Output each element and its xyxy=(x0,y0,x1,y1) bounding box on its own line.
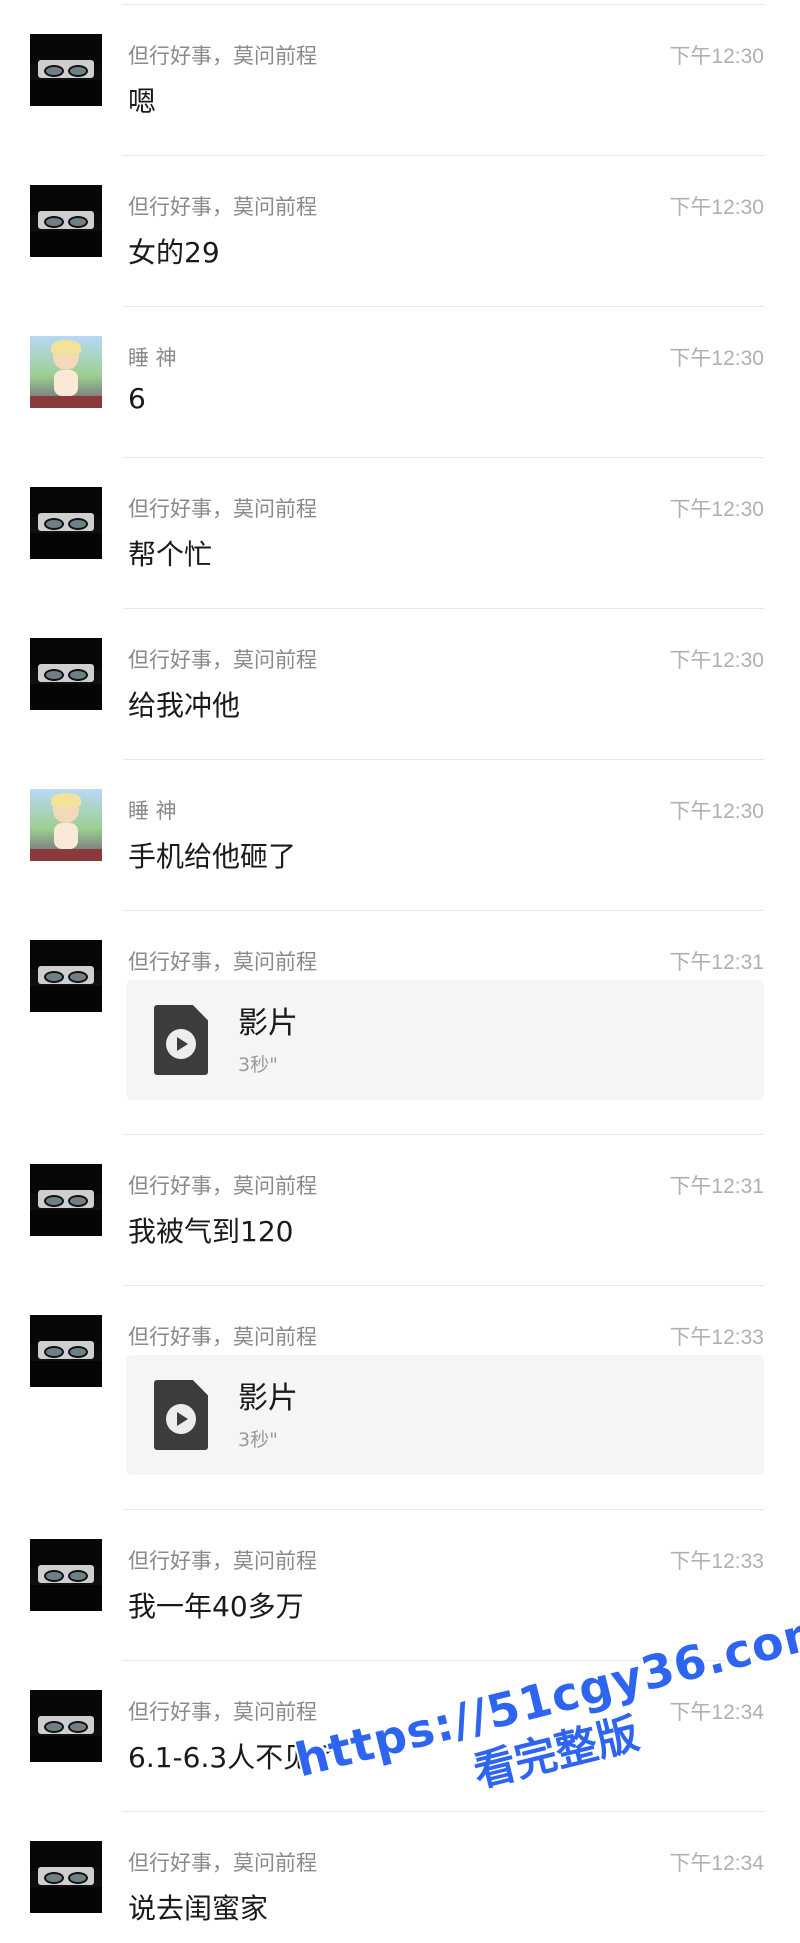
message-divider xyxy=(123,1509,764,1510)
video-duration: 3秒" xyxy=(238,1429,278,1451)
avatar[interactable] xyxy=(30,1164,102,1236)
avatar[interactable] xyxy=(30,789,102,861)
message-time: 下午12:30 xyxy=(669,196,764,219)
message-time: 下午12:33 xyxy=(669,1550,764,1573)
message-text[interactable]: 说去闺蜜家 xyxy=(128,1887,268,1927)
video-duration: 3秒" xyxy=(238,1054,278,1076)
message-divider xyxy=(123,759,764,760)
watermark: https://51cgy36.com 看完整版 xyxy=(290,1602,800,1841)
avatar[interactable] xyxy=(30,1690,102,1762)
message-time: 下午12:33 xyxy=(669,1326,764,1349)
sender-name: 但行好事，莫问前程 xyxy=(128,950,317,974)
message-text[interactable]: 我被气到120 xyxy=(128,1210,293,1250)
video-title: 影片 xyxy=(238,1006,298,1041)
message-divider xyxy=(123,155,764,156)
avatar[interactable] xyxy=(30,1315,102,1387)
message-divider xyxy=(123,457,764,458)
avatar[interactable] xyxy=(30,336,102,408)
sender-name: 但行好事，莫问前程 xyxy=(128,497,317,521)
avatar[interactable] xyxy=(30,34,102,106)
sender-name: 但行好事，莫问前程 xyxy=(128,44,317,68)
message-divider xyxy=(123,910,764,911)
avatar[interactable] xyxy=(30,940,102,1012)
message-text[interactable]: 我一年40多万 xyxy=(128,1585,304,1625)
message-text[interactable]: 6 xyxy=(128,382,146,415)
top-divider xyxy=(123,4,764,5)
message-text[interactable]: 嗯 xyxy=(128,80,156,120)
video-attachment[interactable]: 影片 3秒" xyxy=(126,1355,764,1475)
message-time: 下午12:30 xyxy=(669,498,764,521)
message-text[interactable]: 女的29 xyxy=(128,231,220,271)
avatar[interactable] xyxy=(30,1539,102,1611)
avatar[interactable] xyxy=(30,185,102,257)
message-divider xyxy=(123,1134,764,1135)
sender-name: 但行好事，莫问前程 xyxy=(128,195,317,219)
video-file-icon xyxy=(154,1005,208,1075)
sender-name: 但行好事，莫问前程 xyxy=(128,1851,317,1875)
message-time: 下午12:31 xyxy=(669,1175,764,1198)
sender-name: 但行好事，莫问前程 xyxy=(128,1549,317,1573)
video-file-icon xyxy=(154,1380,208,1450)
message-divider xyxy=(123,1811,764,1812)
message-time: 下午12:30 xyxy=(669,347,764,370)
message-time: 下午12:34 xyxy=(669,1852,764,1875)
sender-name: 但行好事，莫问前程 xyxy=(128,1325,317,1349)
sender-name: 睡 神 xyxy=(128,799,177,823)
video-title: 影片 xyxy=(238,1381,298,1416)
avatar[interactable] xyxy=(30,638,102,710)
avatar[interactable] xyxy=(30,1841,102,1913)
message-text[interactable]: 手机给他砸了 xyxy=(128,835,296,875)
message-divider xyxy=(123,1285,764,1286)
sender-name: 但行好事，莫问前程 xyxy=(128,648,317,672)
message-time: 下午12:31 xyxy=(669,951,764,974)
sender-name: 但行好事，莫问前程 xyxy=(128,1700,317,1724)
sender-name: 但行好事，莫问前程 xyxy=(128,1174,317,1198)
message-time: 下午12:30 xyxy=(669,800,764,823)
message-time: 下午12:30 xyxy=(669,649,764,672)
message-divider xyxy=(123,306,764,307)
message-text[interactable]: 给我冲他 xyxy=(128,684,240,724)
message-divider xyxy=(123,608,764,609)
avatar[interactable] xyxy=(30,487,102,559)
message-time: 下午12:30 xyxy=(669,45,764,68)
video-attachment[interactable]: 影片 3秒" xyxy=(126,980,764,1100)
message-text[interactable]: 帮个忙 xyxy=(128,533,212,573)
sender-name: 睡 神 xyxy=(128,346,177,370)
